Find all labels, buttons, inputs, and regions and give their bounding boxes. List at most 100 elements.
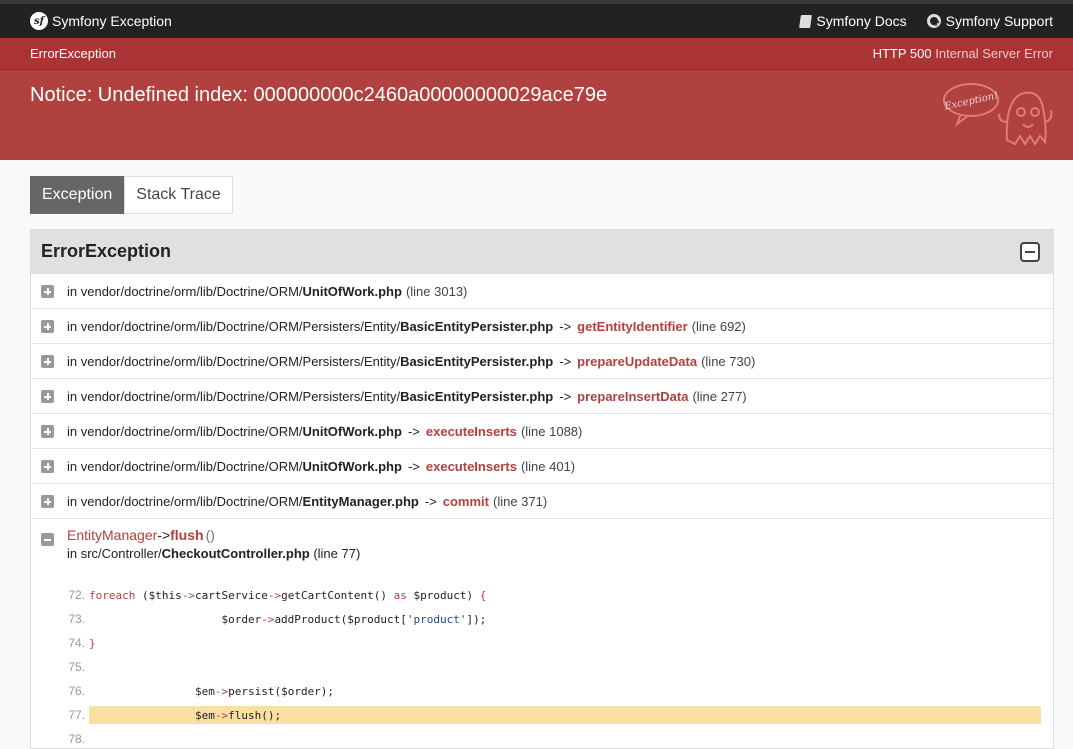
collapse-icon[interactable] <box>41 533 54 546</box>
expanded-location: in src/Controller/CheckoutController.php… <box>67 546 1053 564</box>
brand[interactable]: sf Symfony Exception <box>30 12 172 30</box>
trace-row[interactable]: in vendor/doctrine/orm/lib/Doctrine/ORM/… <box>31 449 1053 484</box>
expanded-file: CheckoutController.php <box>161 546 310 561</box>
expanded-method: flush <box>170 527 204 543</box>
code-line-number: 78. <box>68 732 85 746</box>
trace-panel: ErrorException in vendor/doctrine/orm/li… <box>30 229 1054 749</box>
status-text: Internal Server Error <box>935 46 1053 61</box>
support-label: Symfony Support <box>945 13 1053 29</box>
code-line-source <box>89 658 1041 676</box>
trace-row-line: (line 730) <box>701 353 756 369</box>
symfony-logo-icon: sf <box>30 12 48 30</box>
tab-bar: Exception Stack Trace <box>30 176 233 214</box>
trace-row-line: (line 277) <box>692 388 747 404</box>
code-line: 78. <box>31 727 1053 748</box>
trace-row[interactable]: in vendor/doctrine/orm/lib/Doctrine/ORM/… <box>31 344 1053 379</box>
trace-row[interactable]: in vendor/doctrine/orm/lib/Doctrine/ORM/… <box>31 379 1053 414</box>
trace-row-function: prepareInsertData <box>577 388 689 404</box>
trace-row-arrow: -> <box>424 493 437 509</box>
trace-row-path: in vendor/doctrine/orm/lib/Doctrine/ORM/… <box>67 353 401 369</box>
code-line-number: 75. <box>68 660 85 674</box>
trace-row-line: (line 692) <box>691 318 746 334</box>
code-line-number: 77. <box>68 708 85 722</box>
trace-row-arrow: -> <box>559 318 572 334</box>
trace-row-function: executeInserts <box>425 423 517 439</box>
trace-row-file: BasicEntityPersister.php <box>400 353 554 369</box>
code-line-source <box>89 730 1041 748</box>
trace-row-function: commit <box>442 493 489 509</box>
status-code: HTTP 500 <box>872 46 932 61</box>
code-line-number: 74. <box>68 636 85 650</box>
trace-row-path: in vendor/doctrine/orm/lib/Doctrine/ORM/… <box>67 318 401 334</box>
expanded-line: (line 77) <box>313 546 361 561</box>
expand-icon[interactable] <box>41 320 54 333</box>
trace-row-file: UnitOfWork.php <box>302 423 402 439</box>
exception-badge-text: Exception! <box>943 90 999 112</box>
collapse-trace-button[interactable] <box>1020 242 1040 262</box>
trace-row[interactable]: in vendor/doctrine/orm/lib/Doctrine/ORM/… <box>31 414 1053 449</box>
trace-row-arrow: -> <box>559 353 572 369</box>
trace-row-function: getEntityIdentifier <box>577 318 688 334</box>
trace-row-file: BasicEntityPersister.php <box>400 388 554 404</box>
code-line-source: foreach ($this -> cartService -> getCartCont… <box>89 588 487 602</box>
expand-icon[interactable] <box>41 425 54 438</box>
docs-label: Symfony Docs <box>816 13 907 29</box>
trace-row-arrow: -> <box>559 388 572 404</box>
expanded-parens: () <box>205 527 215 543</box>
expand-icon[interactable] <box>41 285 54 298</box>
trace-row-path: in vendor/doctrine/orm/lib/Doctrine/ORM/ <box>67 423 303 439</box>
expanded-call: EntityManager->flush() <box>67 527 1053 546</box>
code-line: 72. foreach ($this -> cartService -> getCart… <box>31 583 1053 607</box>
exception-summary-bar: ErrorException HTTP 500 Internal Server … <box>0 38 1073 70</box>
trace-row-path: in vendor/doctrine/orm/lib/Doctrine/ORM/ <box>67 283 303 299</box>
top-links: Symfony Docs Symfony Support <box>799 13 1053 29</box>
brand-title: Symfony Exception <box>52 13 172 29</box>
expanded-trace-item: EntityManager->flush() in src/Controller… <box>31 519 1053 748</box>
code-line-number: 72. <box>68 588 85 602</box>
trace-row-file: BasicEntityPersister.php <box>400 318 554 334</box>
code-line: 75. <box>31 655 1053 679</box>
http-status: HTTP 500 Internal Server Error <box>873 46 1053 61</box>
trace-row-function: prepareUpdateData <box>577 353 698 369</box>
code-line-source: $em -> persist($order); <box>89 684 335 698</box>
expanded-path: in src/Controller/ <box>67 546 162 561</box>
trace-row-path: in vendor/doctrine/orm/lib/Doctrine/ORM/ <box>67 493 303 509</box>
expanded-arrow: -> <box>157 527 171 543</box>
trace-row-line: (line 371) <box>492 493 548 509</box>
trace-row-path: in vendor/doctrine/orm/lib/Doctrine/ORM/… <box>67 388 401 404</box>
trace-row-line: (line 401) <box>520 458 576 474</box>
exception-class: ErrorException <box>30 46 116 61</box>
code-line: 73. $order -> addProduct($product['product… <box>31 607 1053 631</box>
trace-row-function: executeInserts <box>425 458 517 474</box>
trace-row-arrow: -> <box>407 458 420 474</box>
trace-row-file: UnitOfWork.php <box>302 283 402 299</box>
exception-message: Notice: Undefined index: 000000000c2460a… <box>30 84 608 106</box>
expanded-class: EntityManager <box>67 527 158 543</box>
book-icon <box>799 14 813 28</box>
trace-row-line: (line 3013) <box>405 283 468 299</box>
trace-header: ErrorException <box>31 230 1053 274</box>
expand-icon[interactable] <box>41 355 54 368</box>
symfony-support-link[interactable]: Symfony Support <box>926 13 1053 29</box>
expand-icon[interactable] <box>41 495 54 508</box>
trace-row[interactable]: in vendor/doctrine/orm/lib/Doctrine/ORM/… <box>31 274 1053 309</box>
symfony-docs-link[interactable]: Symfony Docs <box>799 13 907 29</box>
code-line-highlighted: 77. $em -> flush(); <box>31 703 1053 727</box>
trace-row-file: UnitOfWork.php <box>302 458 402 474</box>
code-excerpt: 72. foreach ($this -> cartService -> getCart… <box>31 583 1053 748</box>
code-line-number: 73. <box>68 612 85 626</box>
trace-row-arrow: -> <box>407 423 420 439</box>
code-line-source: $order -> addProduct($product['product']); <box>89 612 487 626</box>
code-line-number: 76. <box>68 684 85 698</box>
expand-icon[interactable] <box>41 460 54 473</box>
trace-row[interactable]: in vendor/doctrine/orm/lib/Doctrine/ORM/… <box>31 484 1053 519</box>
tab-exception[interactable]: Exception <box>30 176 125 214</box>
top-navbar: sf Symfony Exception Symfony Docs Symfon… <box>0 0 1073 38</box>
trace-row[interactable]: in vendor/doctrine/orm/lib/Doctrine/ORM/… <box>31 309 1053 344</box>
trace-row-file: EntityManager.php <box>302 493 419 509</box>
expand-icon[interactable] <box>41 390 54 403</box>
tab-stack-trace[interactable]: Stack Trace <box>124 176 233 214</box>
exception-header: Notice: Undefined index: 000000000c2460a… <box>0 70 1073 160</box>
lifebuoy-icon <box>926 14 941 28</box>
code-line-source: $em -> flush(); <box>89 706 1041 724</box>
